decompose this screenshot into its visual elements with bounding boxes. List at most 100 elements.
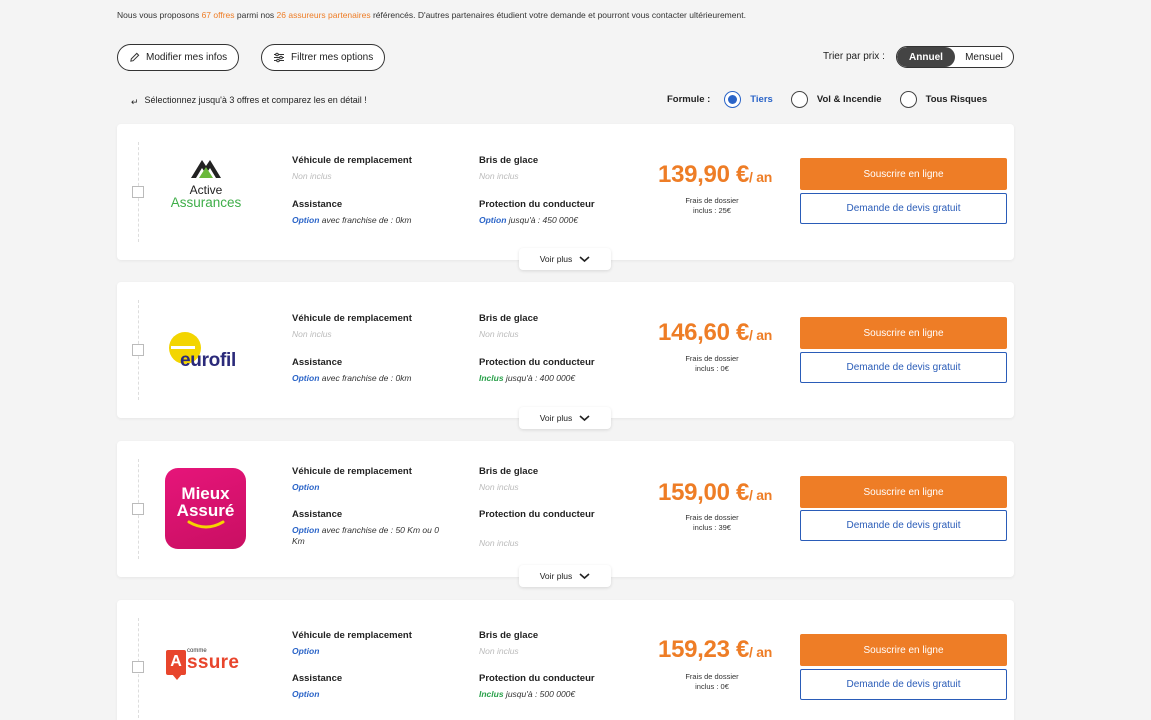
offer-card-mieux-assure: Mieux Assuré Véhicule de remplacement Op…: [117, 441, 1014, 587]
partners-count: 26 assureurs partenaires: [276, 10, 371, 20]
bris-value: Non inclus: [479, 646, 519, 656]
fees-label: Frais de dossier: [685, 672, 739, 681]
protection-status: Inclus: [479, 373, 504, 383]
protection-detail: jusqu'à : 400 000€: [503, 373, 576, 383]
see-more-label: Voir plus: [539, 571, 573, 581]
fees: Frais de dossier inclus : 0€: [662, 672, 762, 692]
chevron-down-icon: [579, 414, 590, 421]
bris-info: Bris de glace Non inclus: [479, 630, 538, 656]
see-more-button[interactable]: Voir plus: [519, 565, 611, 587]
vehicule-value: Option: [292, 482, 320, 492]
intro-text: Nous vous proposons 67 offres parmi nos …: [117, 10, 746, 20]
subscribe-button[interactable]: Souscrire en ligne: [800, 476, 1007, 508]
formule-option-tous-risques[interactable]: Tous Risques: [899, 91, 988, 108]
chevron-down-icon: [579, 572, 590, 579]
formule-selector: Formule : Tiers Vol & Incendie Tous Risq…: [667, 91, 987, 108]
price-amount: 146,60 €: [658, 319, 750, 346]
protection-label: Protection du conducteur: [479, 199, 595, 210]
bris-label: Bris de glace: [479, 466, 539, 477]
assistance-status: Option: [292, 373, 320, 383]
radio-tiers[interactable]: [724, 91, 742, 108]
quote-request-button[interactable]: Demande de devis gratuit: [800, 352, 1007, 383]
price-unit: / an: [749, 169, 772, 185]
offers-count: 67 offres: [201, 10, 235, 20]
assistance-label: Assistance: [292, 673, 343, 684]
vehicule-value: Option: [292, 646, 320, 656]
insurer-logo-eurofil: eurofil: [165, 308, 247, 390]
protection-label: Protection du conducteur: [479, 673, 595, 684]
see-more-label: Voir plus: [539, 254, 573, 264]
protection-info: Protection du conducteur Inclus jusqu'à …: [479, 673, 595, 699]
subscribe-button[interactable]: Souscrire en ligne: [800, 634, 1007, 666]
protection-info: Protection du conducteur Inclus jusqu'à …: [479, 357, 595, 383]
assistance-status: Option: [292, 689, 320, 699]
modify-info-button[interactable]: Modifier mes infos: [117, 44, 240, 71]
fees-value: inclus : 39€: [693, 523, 731, 532]
sort-toggle[interactable]: Annuel Mensuel: [896, 46, 1014, 68]
insurer-logo-active-assurances: Active Assurances: [165, 150, 247, 232]
assistance-info: Assistance Option avec franchise de : 50…: [292, 509, 452, 547]
fees-value: inclus : 0€: [695, 364, 729, 373]
assistance-label: Assistance: [292, 199, 343, 210]
formule-option-tiers[interactable]: Tiers: [724, 91, 773, 108]
bris-label: Bris de glace: [479, 313, 539, 324]
subscribe-button[interactable]: Souscrire en ligne: [800, 158, 1007, 190]
price-amount: 159,23 €: [658, 636, 750, 663]
filter-options-label: Filtrer mes options: [291, 52, 374, 63]
sort-annual-option[interactable]: Annuel: [897, 47, 955, 67]
price: 159,23 €/ an: [647, 636, 783, 664]
assistance-status: Option: [292, 525, 320, 535]
formule-option-label: Tous Risques: [925, 94, 988, 105]
logo-text: Assurances: [170, 195, 242, 210]
fees: Frais de dossier inclus : 25€: [662, 196, 762, 216]
quote-request-button[interactable]: Demande de devis gratuit: [800, 669, 1007, 700]
vehicule-info: Véhicule de remplacement Option: [292, 466, 412, 492]
vehicule-value: Non inclus: [292, 329, 332, 339]
price-amount: 139,90 €: [658, 161, 750, 188]
protection-status: Inclus: [479, 689, 504, 699]
assistance-label: Assistance: [292, 357, 343, 368]
sort-monthly-option[interactable]: Mensuel: [955, 47, 1013, 67]
price-amount: 159,00 €: [658, 479, 750, 506]
formule-option-vol-incendie[interactable]: Vol & Incendie: [790, 91, 882, 108]
compare-checkbox[interactable]: [132, 186, 144, 198]
logo-text: A: [166, 650, 186, 675]
see-more-button[interactable]: Voir plus: [519, 407, 611, 429]
radio-tous-risques[interactable]: [899, 91, 917, 108]
fees-value: inclus : 0€: [695, 682, 729, 691]
protection-info: Protection du conducteur Option jusqu'à …: [479, 199, 595, 225]
see-more-button[interactable]: Voir plus: [519, 248, 611, 270]
vehicule-value: Non inclus: [292, 171, 332, 181]
bris-label: Bris de glace: [479, 155, 539, 166]
subscribe-button[interactable]: Souscrire en ligne: [800, 317, 1007, 349]
bris-value: Non inclus: [479, 171, 519, 181]
logo-text: ssure: [187, 652, 240, 673]
protection-label: Protection du conducteur: [479, 357, 595, 368]
bris-info: Bris de glace Non inclus: [479, 466, 538, 492]
sliders-icon: [274, 52, 284, 63]
intro-prefix: Nous vous proposons: [117, 10, 202, 20]
compare-checkbox[interactable]: [132, 344, 144, 356]
price: 139,90 €/ an: [647, 161, 783, 189]
active-mountain-icon: [191, 160, 221, 178]
vehicule-label: Véhicule de remplacement: [292, 466, 412, 477]
intro-suffix: référencés. D'autres partenaires étudien…: [370, 10, 746, 20]
protection-value: Non inclus: [479, 538, 519, 548]
bris-label: Bris de glace: [479, 630, 539, 641]
quote-request-button[interactable]: Demande de devis gratuit: [800, 193, 1007, 224]
bris-info: Bris de glace Non inclus: [479, 155, 538, 181]
protection-detail: jusqu'à : 450 000€: [506, 215, 578, 225]
compare-checkbox[interactable]: [132, 661, 144, 673]
assistance-info: Assistance Option: [292, 673, 342, 699]
sort-label: Trier par prix :: [823, 51, 885, 62]
radio-vol-incendie[interactable]: [790, 91, 808, 108]
eurofil-logo-mark-icon: [169, 332, 201, 364]
quote-request-button[interactable]: Demande de devis gratuit: [800, 510, 1007, 541]
filter-options-button[interactable]: Filtrer mes options: [261, 44, 386, 71]
protection-status: Option: [479, 215, 507, 225]
assistance-status: Option: [292, 215, 320, 225]
chevron-down-icon: [579, 255, 590, 262]
assistance-label: Assistance: [292, 509, 343, 520]
vehicule-info: Véhicule de remplacement Non inclus: [292, 155, 412, 181]
compare-checkbox[interactable]: [132, 503, 144, 515]
